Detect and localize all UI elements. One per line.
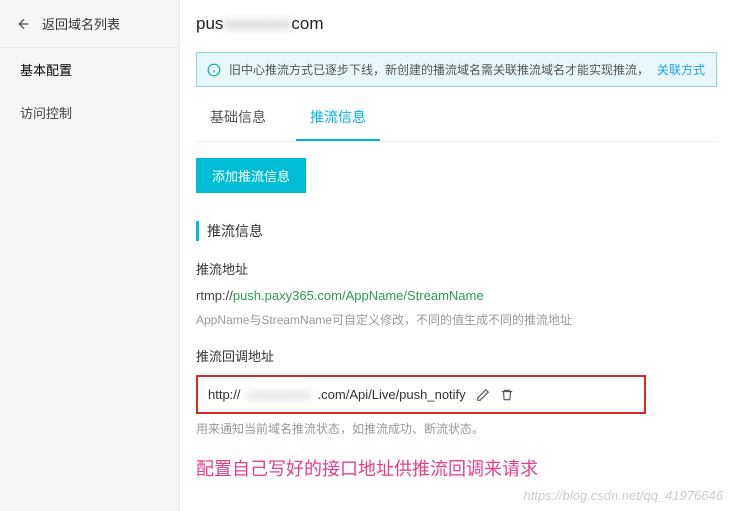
back-to-domain-list[interactable]: 返回域名列表 — [0, 0, 179, 48]
sidebar-item-access-control[interactable]: 访问控制 — [0, 91, 179, 134]
edit-icon[interactable] — [476, 388, 490, 402]
annotation-note: 配置自己写好的接口地址供推流回调来请求 — [196, 455, 717, 481]
notice-banner: 旧中心推流方式已逐步下线，新创建的播流域名需关联推流域名才能实现推流， 关联方式 — [196, 52, 717, 87]
push-address-value: rtmp://push.paxy365.com/AppName/StreamNa… — [196, 288, 717, 303]
callback-highlight-box: http:// xxxxxxxxxx .com/Api/Live/push_no… — [196, 375, 646, 414]
back-label: 返回域名列表 — [42, 14, 120, 33]
notice-link[interactable]: 关联方式 — [657, 61, 705, 78]
domain-title: pusxxxxxxxxcom — [196, 0, 717, 52]
arrow-left-icon — [16, 16, 32, 32]
callback-help: 用来通知当前域名推流状态，如推流成功、断流状态。 — [196, 420, 717, 437]
notice-text: 旧中心推流方式已逐步下线，新创建的播流域名需关联推流域名才能实现推流， — [229, 61, 649, 78]
tab-push-info[interactable]: 推流信息 — [296, 95, 380, 141]
tabs: 基础信息 推流信息 — [196, 95, 717, 142]
sidebar-item-basic-config[interactable]: 基本配置 — [0, 48, 179, 91]
sidebar: 返回域名列表 基本配置 访问控制 — [0, 0, 180, 511]
delete-icon[interactable] — [500, 388, 514, 402]
main-content: pusxxxxxxxxcom 旧中心推流方式已逐步下线，新创建的播流域名需关联推… — [180, 0, 733, 511]
watermark: https://blog.csdn.net/qq_41976646 — [524, 488, 724, 503]
push-address-help: AppName与StreamName可自定义修改，不同的值生成不同的推流地址 — [196, 311, 717, 328]
add-push-info-button[interactable]: 添加推流信息 — [196, 158, 306, 193]
callback-address-label: 推流回调地址 — [196, 346, 717, 365]
info-icon — [207, 63, 221, 77]
section-title-push-info: 推流信息 — [196, 221, 717, 241]
push-address-label: 推流地址 — [196, 259, 717, 278]
tab-basic-info[interactable]: 基础信息 — [196, 95, 280, 141]
